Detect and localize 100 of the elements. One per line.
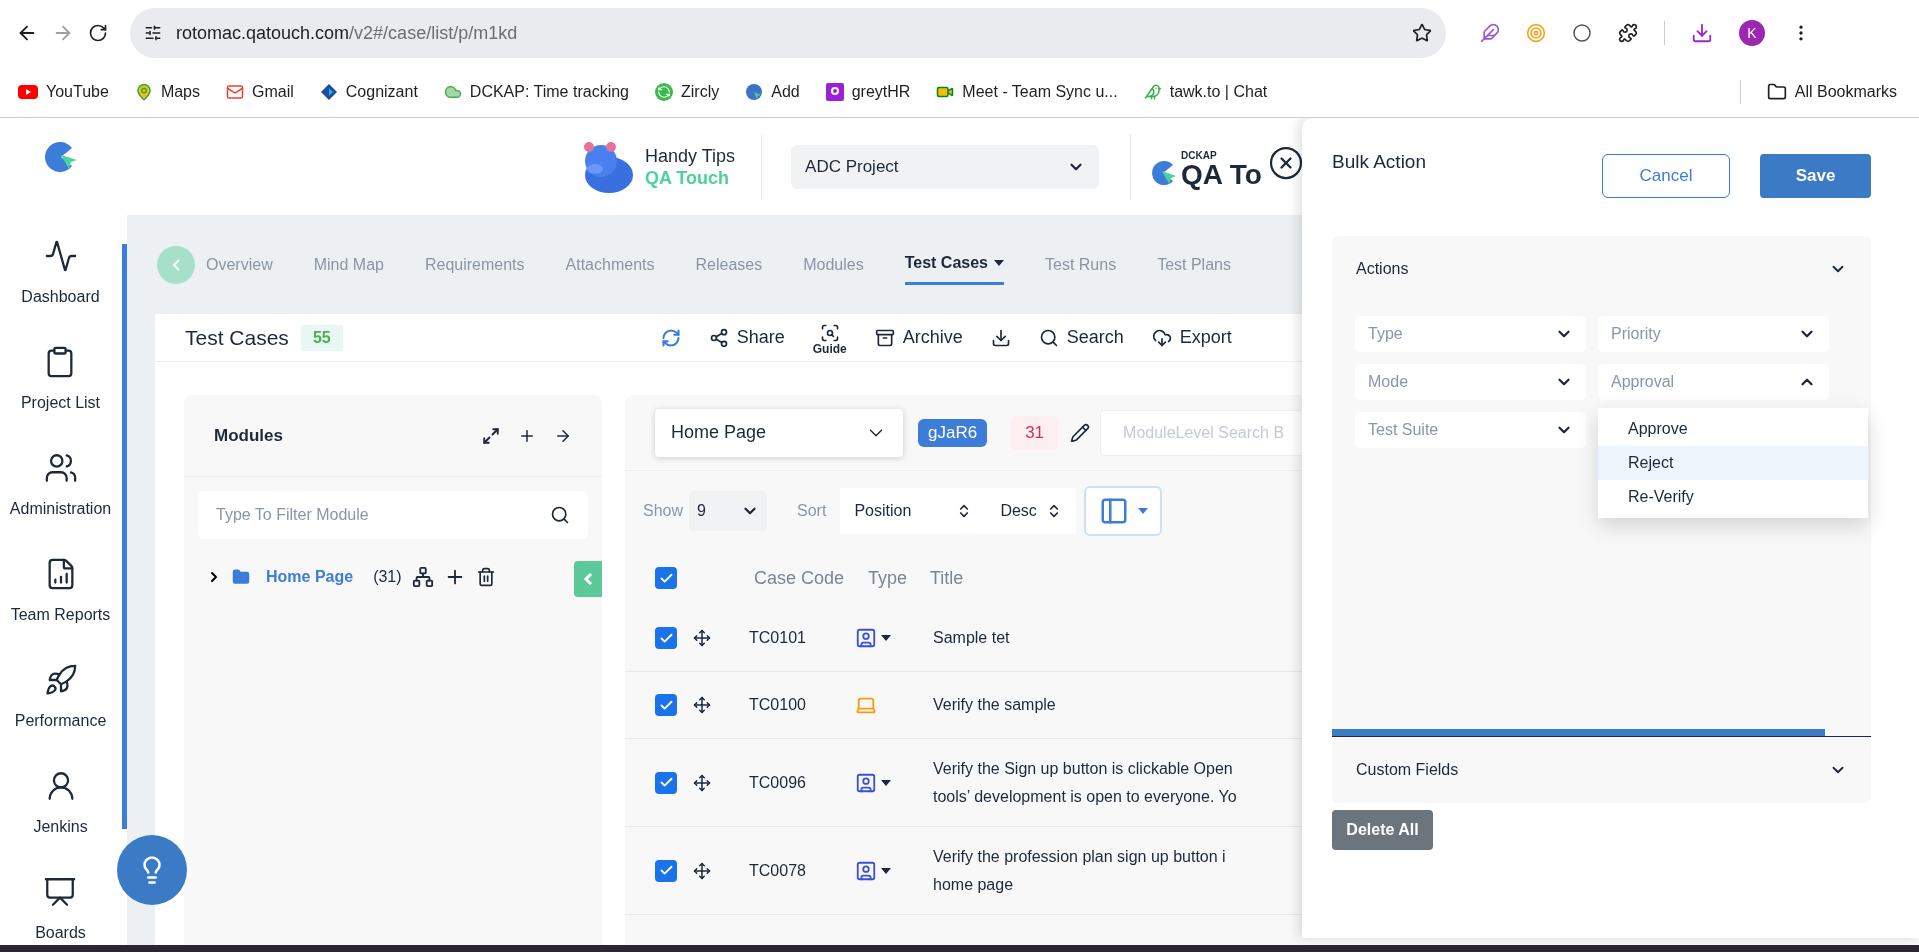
feather-icon[interactable] [1480, 23, 1500, 43]
drag-handle-icon[interactable] [693, 629, 711, 647]
drag-handle-icon[interactable] [693, 861, 711, 880]
sidebar-item[interactable]: Project List [20, 345, 101, 415]
case-code: TC0101 [749, 628, 807, 648]
check-icon [658, 863, 674, 878]
guide-icon [819, 323, 840, 343]
trash-icon[interactable] [475, 567, 496, 587]
bookmark-link[interactable]: Meet - Team Sync u... [936, 79, 1118, 104]
sort-order-select[interactable]: Desc [986, 488, 1077, 534]
download-icon[interactable] [1691, 22, 1713, 44]
bookmark-link[interactable]: DCKAP: Time tracking [443, 79, 629, 104]
show-label: Show [643, 501, 684, 521]
expand-icon[interactable] [482, 426, 500, 445]
drag-handle-icon[interactable] [693, 696, 711, 714]
module-count: (31) [373, 567, 402, 587]
scrollbar-thumb[interactable] [1332, 729, 1825, 736]
sidebar-item[interactable]: Performance [14, 663, 107, 733]
bookmark-star-icon[interactable] [1412, 23, 1432, 43]
search-button[interactable]: Search [1038, 324, 1124, 351]
bookmark-link[interactable]: Maps [134, 79, 200, 104]
bookmark-link[interactable]: Gmail [226, 79, 294, 104]
module-code: gJaR6 [918, 418, 988, 447]
archive-icon [874, 327, 895, 348]
case-title: Verify the profession plan sign up button i home page [933, 846, 1226, 895]
hierarchy-icon[interactable] [411, 566, 434, 588]
filter-field[interactable]: Type To Filter Module [198, 491, 588, 539]
drag-handle-icon[interactable] [693, 773, 711, 792]
dropdown-option[interactable]: Re-Verify [1598, 480, 1868, 514]
caret-icon [1137, 508, 1148, 514]
checkbox[interactable] [655, 627, 677, 649]
bookmark-link[interactable]: YouTube [18, 79, 109, 104]
address-bar[interactable]: rotomac.qatouch.com/v2#/case/list/p/m1kd [130, 8, 1446, 58]
board-icon [43, 875, 78, 909]
section-header[interactable]: Custom Fields [1332, 737, 1871, 803]
module-link[interactable]: Home Page [266, 565, 354, 589]
bookmark-link[interactable]: Cognizant [319, 79, 418, 104]
sidebar-item[interactable]: Administration [9, 451, 112, 521]
arrow-logo-icon [745, 82, 764, 101]
caret-icon [881, 635, 891, 641]
checkbox[interactable] [655, 567, 677, 589]
checkbox[interactable] [655, 859, 677, 882]
caret-icon [881, 779, 891, 786]
sort-field-select[interactable]: Position [840, 488, 987, 534]
sidebar-item[interactable]: Dashboard [21, 239, 100, 309]
checkbox[interactable] [655, 694, 677, 716]
module-select[interactable]: Home Page [655, 408, 903, 457]
site-settings-icon [144, 24, 162, 42]
guide-button[interactable]: Guide [812, 319, 847, 356]
rocket-icon [43, 663, 78, 697]
panel-title: Modules [214, 424, 283, 447]
share-button[interactable]: Share [708, 324, 785, 351]
section-header[interactable]: Actions [1332, 236, 1871, 302]
archive-button[interactable]: Archive [874, 324, 963, 351]
url-text: rotomac.qatouch.com/v2#/case/list/p/m1kd [176, 21, 518, 45]
video-play-icon [18, 84, 38, 99]
case-title: Sample tet [933, 628, 1010, 648]
column-toggle-button[interactable] [1084, 486, 1163, 536]
users-icon [43, 451, 78, 485]
case-title: Verify the Sign up button is clickable Open tools’ development is open to everyone. Yo [933, 758, 1237, 807]
manual-case-icon [855, 859, 877, 882]
page-title: Test Cases [185, 324, 289, 351]
profile-avatar[interactable]: K [1739, 20, 1765, 46]
cancel-button[interactable]: Cancel [1602, 154, 1730, 198]
column-header: Case Code [754, 566, 846, 590]
filter-input[interactable]: Type To Filter Module [216, 503, 550, 527]
manual-case-icon [855, 627, 877, 649]
case-title: Verify the sample [933, 695, 1056, 715]
sidebar-item[interactable]: Jenkins [33, 769, 88, 839]
close-icon[interactable] [1267, 144, 1304, 181]
extensions-icon[interactable] [1618, 23, 1638, 43]
refresh-button[interactable] [660, 327, 681, 348]
diamond-logo-icon [319, 82, 338, 101]
bird-icon [1143, 82, 1162, 101]
sidebar-item[interactable]: Team Reports [10, 557, 111, 627]
mail-icon [226, 82, 244, 101]
delete-all-button[interactable]: Delete All [1332, 810, 1433, 850]
count-badge: 55 [300, 324, 343, 351]
dropdown-option[interactable]: Approve [1598, 412, 1868, 446]
column-header: Type [868, 566, 909, 590]
circle-icon[interactable] [1572, 23, 1592, 43]
import-button[interactable] [990, 327, 1011, 348]
save-button[interactable]: Save [1760, 154, 1871, 198]
nav-tab[interactable]: Test Cases [904, 244, 1004, 285]
chevron-left-icon [583, 572, 593, 586]
bookmark-link[interactable]: greytHR [825, 79, 911, 104]
export-icon [1151, 327, 1172, 348]
caret-icon [881, 867, 891, 874]
all-bookmarks-link[interactable]: All Bookmarks [1766, 79, 1897, 104]
bookmark-link[interactable]: Add [745, 79, 800, 104]
export-button[interactable]: Export [1151, 324, 1232, 351]
bookmark-link[interactable]: Zircly [655, 79, 720, 104]
sidebar-item[interactable]: Boards [35, 875, 86, 945]
reload-icon[interactable] [88, 23, 108, 43]
checkbox[interactable] [655, 771, 677, 794]
project-select[interactable]: ADC Project [791, 144, 1100, 189]
dropdown-option[interactable]: Reject [1598, 446, 1868, 480]
edit-icon[interactable] [1070, 422, 1091, 443]
bookmark-link[interactable]: tawk.to | Chat [1143, 79, 1268, 104]
page-size-select[interactable]: 9 [689, 491, 768, 531]
